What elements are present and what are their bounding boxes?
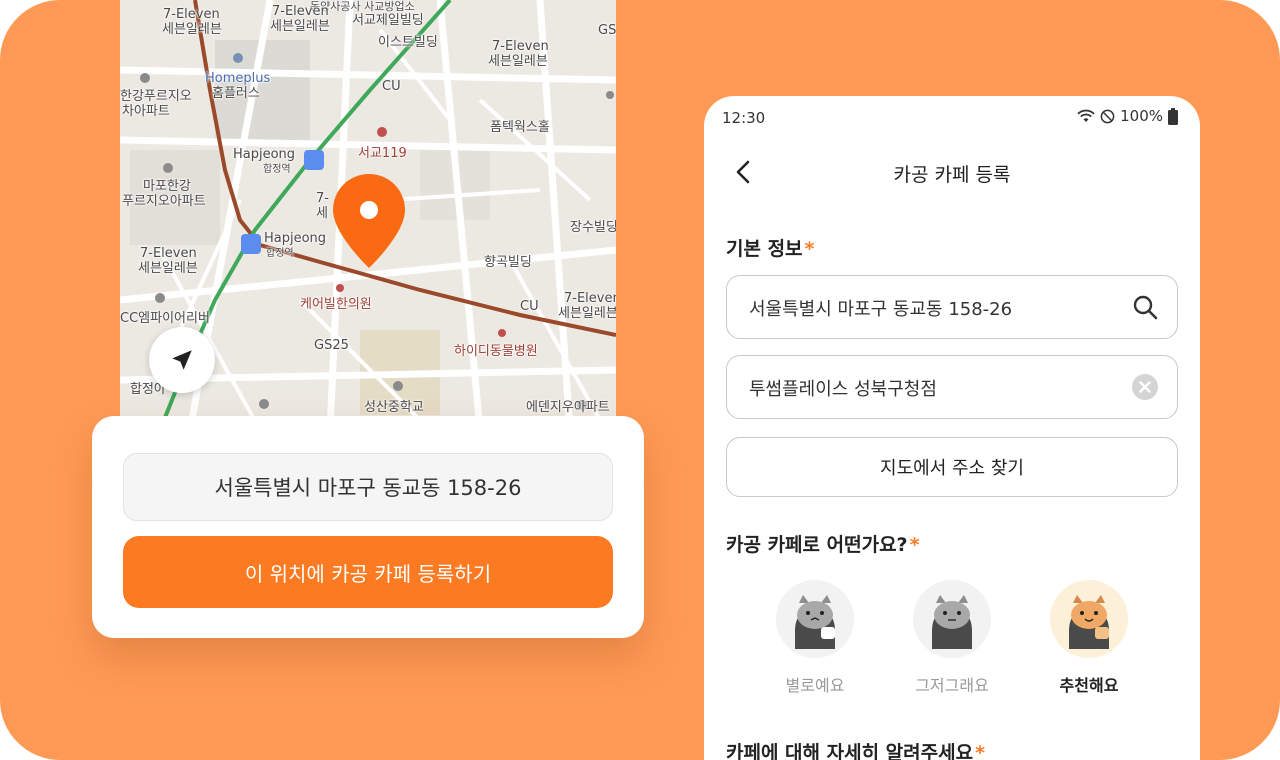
section-title-rating: 카공 카페로 어떤가요? * [726,530,920,557]
required-mark: * [804,238,815,260]
section-title-text: 기본 정보 [726,238,803,260]
map-label: 세븐일레븐 [488,54,548,69]
register-here-button[interactable]: 이 위치에 카공 카페 등록하기 [123,536,613,608]
section-title-details: 카페에 대해 자세히 알려주세요 * [726,738,985,760]
app-bar: 카공 카페 등록 [704,148,1200,196]
map-label: 7-Eleven [492,39,549,54]
section-title-text: 카공 카페로 어떤가요? [726,534,908,556]
neutral-cat-icon [932,595,972,649]
rating-option-recommend[interactable]: 추천해요 [1049,580,1129,696]
do-not-disturb-icon [1100,109,1115,123]
map-label: 세븐일레븐 [270,19,330,34]
map-label: 케어빌한의원 [300,297,372,312]
section-title-text: 카페에 대해 자세히 알려주세요 [726,742,974,760]
map-label: 차아파트 [122,104,170,119]
map-label: 세 [316,206,328,221]
map-label: 7-Eleven [272,4,329,19]
map-label: 7- [316,191,329,206]
map-label: 폼텍웍스홀 [490,120,550,135]
rating-face [913,580,991,658]
rating-label: 그저그래요 [915,676,989,695]
current-location-button[interactable] [149,327,215,393]
navigation-arrow-icon [172,350,192,370]
required-mark: * [909,534,920,556]
clear-icon[interactable] [1131,373,1159,401]
cafe-name-field[interactable]: 투썸플레이스 성북구청점 [726,355,1178,419]
map-label: 합정역 [263,164,291,175]
map-label: 서교119 [358,146,407,161]
map-label: CU [382,79,401,94]
search-icon[interactable] [1131,293,1159,321]
wifi-icon [1077,109,1095,122]
map-label: Hapjeong [233,147,296,162]
rating-option-so-so[interactable]: 그저그래요 [912,580,992,696]
status-bar: 12:30 100% [704,96,1200,140]
map-label: CU [520,299,539,314]
promo-background: 동양사공사 사교방업소 7-Eleven 세븐일레븐 7-Eleven 세븐일레… [0,0,1280,760]
map-label: CC엠파이어리버 [120,311,210,326]
location-confirm-card: 서울특별시 마포구 동교동 158-26 이 위치에 카공 카페 등록하기 [92,416,644,638]
status-time: 12:30 [722,109,766,127]
map-label: 성산중학교 [364,400,424,415]
map-label: 한강푸르지오 [120,89,192,104]
map-label: 세븐일레븐 [558,306,616,321]
rating-option-bad[interactable]: 별로예요 [775,580,855,696]
phone-screen: 12:30 100% 카공 카페 등록 기본 정보 * 서울특별시 마포구 동교… [704,96,1200,760]
cafe-name-value: 투썸플레이스 성북구청점 [749,379,937,400]
find-on-map-button[interactable]: 지도에서 주소 찾기 [726,437,1178,497]
selected-address: 서울특별시 마포구 동교동 158-26 [123,453,613,521]
map-label: 7-Eleven [564,291,616,306]
map-label: 홈플러스 [212,86,260,101]
battery-percent: 100% [1120,107,1163,125]
thumbs-down-cat-icon [795,595,835,649]
map-label: GS [598,23,616,38]
map-label: Hapjeong [264,231,327,246]
rating-label: 추천해요 [1059,676,1119,695]
map-label: 세븐일레븐 [138,261,198,276]
map-label: 7-Eleven [140,246,197,261]
rating-face [1050,580,1128,658]
address-search-field[interactable]: 서울특별시 마포구 동교동 158-26 [726,275,1178,339]
map-label: 서교제일빌딩 [352,13,424,28]
map-label: 합정역 [266,248,294,259]
map-label: GS25 [314,338,349,353]
rating-label: 별로예요 [785,676,845,695]
map-label: Homeplus [205,71,271,86]
thumbs-up-cat-icon [1069,595,1109,649]
rating-face [776,580,854,658]
map-label: 이스트빌딩 [378,35,438,50]
map-label: 에덴지우아파트 [526,400,610,415]
map-label: 하이디동물병원 [454,344,538,359]
location-pin-icon[interactable] [331,172,407,270]
map-label: 향곡빌딩 [484,255,532,270]
map-label: 7-Eleven [163,7,220,22]
map-label: 장수빌딩 [570,220,616,235]
address-search-value: 서울특별시 마포구 동교동 158-26 [749,299,1013,320]
map-label: 세븐일레븐 [162,22,222,37]
section-title-basic-info: 기본 정보 * [726,234,814,261]
map-label: 마포한강 [143,179,191,194]
map-view[interactable]: 동양사공사 사교방업소 7-Eleven 세븐일레븐 7-Eleven 세븐일레… [120,0,616,430]
battery-icon [1168,107,1178,125]
page-title: 카공 카페 등록 [893,164,1011,186]
map-label: 푸르지오아파트 [122,194,206,209]
required-mark: * [975,742,986,760]
